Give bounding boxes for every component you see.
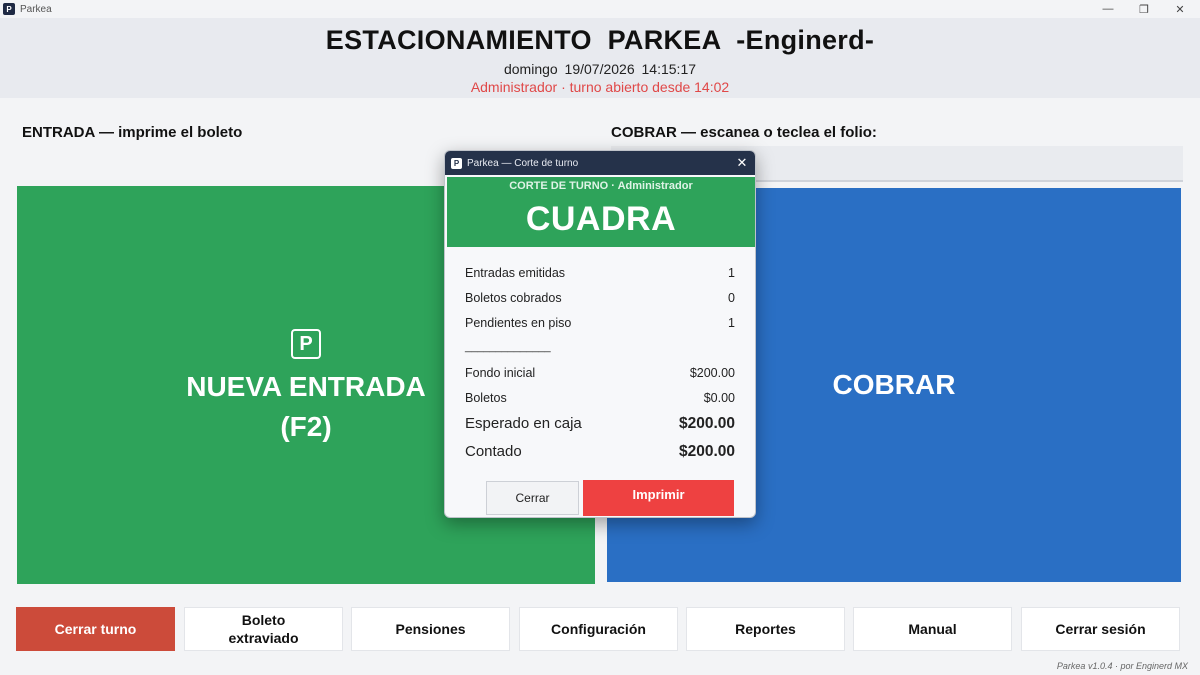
pensiones-button[interactable]: Pensiones (351, 607, 510, 651)
row-value: 1 (728, 316, 735, 330)
summary-row: Entradas emitidas 1 (465, 266, 735, 280)
dialog-title: Parkea — Corte de turno (467, 157, 579, 169)
dialog-cerrar-button[interactable]: Cerrar (486, 481, 579, 515)
row-value: $200.00 (689, 366, 735, 380)
row-label: Fondo inicial (465, 366, 536, 380)
window-title: Parkea (20, 3, 52, 15)
maximize-icon[interactable]: ❐ (1124, 0, 1164, 18)
window-titlebar: P Parkea — ❐ ✕ (0, 0, 1200, 18)
manual-button[interactable]: Manual (853, 607, 1012, 651)
row-value: 1 (728, 266, 735, 280)
total-row: Contado $200.00 (465, 443, 735, 461)
dialog-titlebar: P Parkea — Corte de turno ✕ (445, 151, 755, 175)
banner-subtitle: CORTE DE TURNO · Administrador (509, 180, 693, 192)
row-value: 0 (728, 291, 735, 305)
clock-readout: domingo 19/07/2026 14:15:17 (503, 61, 697, 77)
dialog-app-icon: P (451, 157, 462, 169)
money-row: Fondo inicial $200.00 (465, 366, 735, 380)
parking-icon: P (291, 329, 321, 359)
row-label: Boletos (465, 391, 507, 405)
cobrar-button-label: COBRAR (832, 369, 956, 400)
close-icon[interactable]: ✕ (1160, 0, 1200, 18)
row-value: $200.00 (678, 443, 735, 460)
row-label: Boletos cobrados (465, 291, 562, 305)
shift-status: Administrador · turno abierto desde 14:0… (470, 79, 730, 95)
configuracion-button[interactable]: Configuración (519, 607, 678, 651)
row-label: Esperado en caja (465, 415, 582, 432)
app-header: ESTACIONAMIENTO PARKEA -Enginerd- doming… (0, 18, 1200, 98)
total-row: Esperado en caja $200.00 (465, 415, 735, 433)
status-banner: CORTE DE TURNO · Administrador CUADRA (447, 177, 755, 247)
banner-status: CUADRA (525, 200, 677, 238)
boleto-extraviado-label: Boleto extraviado (228, 612, 299, 646)
boleto-extraviado-button[interactable]: Boleto extraviado (184, 607, 343, 651)
row-label: Contado (465, 443, 522, 460)
summary-row: Boletos cobrados 0 (465, 291, 735, 305)
nueva-entrada-shortcut: (F2) (280, 411, 332, 442)
dialog-imprimir-button[interactable]: Imprimir (583, 480, 734, 516)
row-label: Entradas emitidas (465, 266, 566, 280)
entrada-label: ENTRADA — imprime el boleto (22, 124, 243, 141)
version-label: Parkea v1.0.4 · por Enginerd MX (1056, 661, 1188, 671)
page-title: ESTACIONAMIENTO PARKEA -Enginerd- (325, 25, 875, 55)
minimize-icon[interactable]: — (1088, 0, 1128, 18)
summary-row: Pendientes en piso 1 (465, 316, 735, 330)
separator-line: ______________ (465, 341, 551, 353)
app-logo-icon: P (3, 3, 15, 15)
reportes-button[interactable]: Reportes (686, 607, 845, 651)
cobrar-label: COBRAR — escanea o teclea el folio: (611, 124, 877, 141)
cerrar-sesion-button[interactable]: Cerrar sesión (1021, 607, 1180, 651)
money-row: Boletos $0.00 (465, 391, 735, 405)
row-label: Pendientes en piso (465, 316, 572, 330)
cerrar-turno-button[interactable]: Cerrar turno (16, 607, 175, 651)
corte-de-turno-dialog: P Parkea — Corte de turno ✕ CORTE DE TUR… (444, 150, 756, 518)
row-value: $0.00 (703, 391, 735, 405)
row-value: $200.00 (678, 415, 735, 432)
nueva-entrada-label: NUEVA ENTRADA (186, 371, 426, 402)
dialog-close-icon[interactable]: ✕ (733, 154, 751, 172)
